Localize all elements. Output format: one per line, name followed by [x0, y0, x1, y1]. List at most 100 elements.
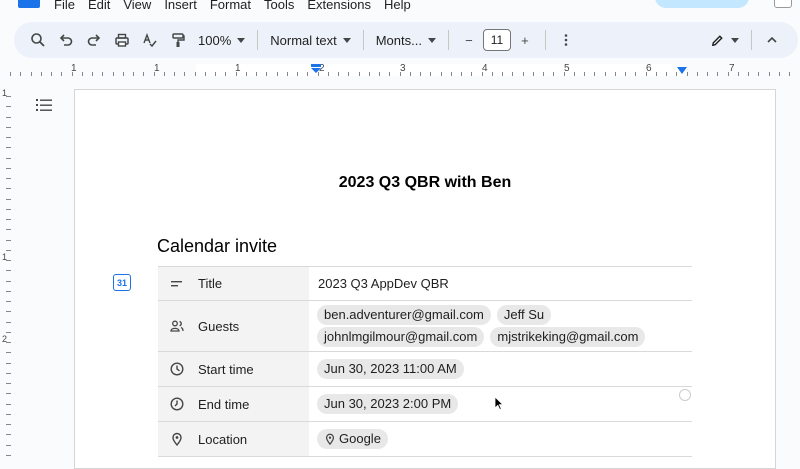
guest-chip[interactable]: mjstrikeking@gmail.com [490, 327, 646, 347]
date-chip[interactable]: Jun 30, 2023 11:00 AM [317, 359, 464, 379]
row-value-cell[interactable]: ben.adventurer@gmail.com Jeff Su johnlmg… [309, 301, 692, 351]
spellcheck-icon [143, 33, 157, 48]
ruler-tick [6, 96, 11, 97]
ruler-tick [645, 72, 647, 76]
menu-help[interactable]: Help [384, 0, 411, 12]
menu-tools[interactable]: Tools [264, 0, 294, 12]
menu-format[interactable]: Format [210, 0, 251, 12]
ruler-tick [61, 72, 63, 76]
row-label: Start time [198, 361, 254, 377]
ruler-tick [502, 72, 503, 76]
ruler-tick [112, 72, 114, 76]
ruler-tick [133, 72, 134, 76]
ruler-tick [6, 219, 11, 220]
ruler-tick [30, 72, 32, 76]
vertical-ruler[interactable]: 1 1 2 [0, 88, 14, 460]
toolbar-divider [544, 30, 546, 50]
left-indent-marker-icon[interactable] [310, 64, 322, 74]
event-title-value[interactable]: 2023 Q3 AppDev QBR [317, 276, 450, 291]
guest-chip[interactable]: ben.adventurer@gmail.com [317, 305, 491, 325]
row-label-cell: End time [158, 387, 309, 421]
chevron-up-icon [767, 36, 777, 43]
menu-view[interactable]: View [123, 0, 151, 12]
row-value-cell[interactable]: Jun 30, 2023 11:00 AM [309, 352, 692, 386]
clock-icon [170, 362, 184, 376]
more-options-button[interactable] [552, 26, 580, 54]
ruler-tick [327, 72, 329, 76]
section-heading[interactable]: Calendar invite [157, 236, 277, 257]
ruler-tick [6, 280, 11, 282]
redo-icon [87, 34, 101, 46]
print-button[interactable] [108, 26, 136, 54]
ruler-tick [512, 72, 514, 76]
document-outline-icon[interactable] [36, 98, 52, 112]
ruler-tick [40, 72, 42, 76]
ruler-tick [215, 72, 216, 76]
ruler-tick [6, 270, 11, 272]
chevron-down-icon [427, 37, 436, 43]
menu-edit[interactable]: Edit [88, 0, 110, 12]
ruler-tick [6, 157, 11, 159]
share-button[interactable] [655, 0, 749, 8]
ruler-tick [696, 72, 698, 76]
ruler-tick [6, 352, 11, 354]
ruler-tick [348, 72, 350, 76]
spellcheck-button[interactable] [136, 26, 164, 54]
editing-mode-select[interactable] [704, 26, 745, 54]
row-value-cell[interactable]: Google [309, 422, 692, 456]
ruler-tick [737, 72, 739, 76]
ruler-tick [6, 342, 11, 343]
ruler-tick [6, 147, 11, 149]
more-vert-icon [564, 34, 568, 46]
ruler-tick [6, 383, 11, 384]
search-menus-button[interactable] [24, 26, 52, 54]
calendar-icon[interactable]: 31 [113, 274, 131, 291]
ruler-tick [368, 72, 370, 76]
zoom-select[interactable]: 100% [192, 26, 251, 54]
menu-file[interactable]: File [54, 0, 75, 12]
ruler-tick [6, 208, 11, 210]
row-label-cell: Start time [158, 352, 309, 386]
document-title[interactable]: 2023 Q3 QBR with Ben [75, 174, 775, 192]
right-indent-marker-icon[interactable] [677, 67, 687, 75]
guest-chip[interactable]: Jeff Su [496, 305, 552, 325]
row-label-cell: Title [158, 267, 309, 300]
document-page[interactable]: 2023 Q3 QBR with Ben Calendar invite 31 … [74, 89, 776, 469]
toolbar-divider [362, 30, 364, 50]
redo-button[interactable] [80, 26, 108, 54]
account-avatar[interactable] [774, 0, 792, 8]
undo-icon [59, 34, 73, 46]
increase-font-size-button[interactable]: + [511, 26, 539, 54]
paint-format-button[interactable] [164, 26, 192, 54]
font-size-input[interactable]: 11 [482, 29, 511, 51]
paragraph-style-select[interactable]: Normal text [264, 26, 356, 54]
ruler-tick [6, 372, 11, 374]
row-label: Location [198, 431, 248, 447]
guest-chip[interactable]: johnlmgilmour@gmail.com [317, 327, 485, 347]
menu-extensions[interactable]: Extensions [307, 0, 371, 12]
place-chip[interactable]: Google [317, 429, 388, 449]
ruler-tick [389, 72, 391, 76]
undo-button[interactable] [52, 26, 80, 54]
paint-format-icon [172, 33, 185, 47]
ruler-tick [707, 72, 708, 76]
ruler-tick [307, 72, 309, 76]
menu-insert[interactable]: Insert [164, 0, 197, 12]
ruler-tick [358, 72, 360, 76]
ruler-tick [194, 72, 196, 76]
table-row-title: Title 2023 Q3 AppDev QBR [158, 267, 692, 301]
ruler-number: 3 [400, 63, 406, 74]
chip-dropdown-icon[interactable] [679, 389, 691, 401]
ruler-tick [6, 260, 11, 261]
row-value-cell[interactable]: 2023 Q3 AppDev QBR [309, 267, 692, 300]
guests-icon [170, 320, 184, 332]
font-select[interactable]: Monts... [370, 26, 442, 54]
date-chip[interactable]: Jun 30, 2023 2:00 PM [317, 394, 459, 414]
table-row-start-time: Start time Jun 30, 2023 11:00 AM [158, 352, 692, 387]
docs-logo-icon[interactable] [18, 0, 40, 8]
ruler-tick [245, 72, 247, 76]
ruler-tick [553, 72, 555, 76]
ruler-tick [276, 72, 278, 76]
decrease-font-size-button[interactable]: − [455, 26, 483, 54]
hide-menus-button[interactable] [758, 26, 786, 54]
